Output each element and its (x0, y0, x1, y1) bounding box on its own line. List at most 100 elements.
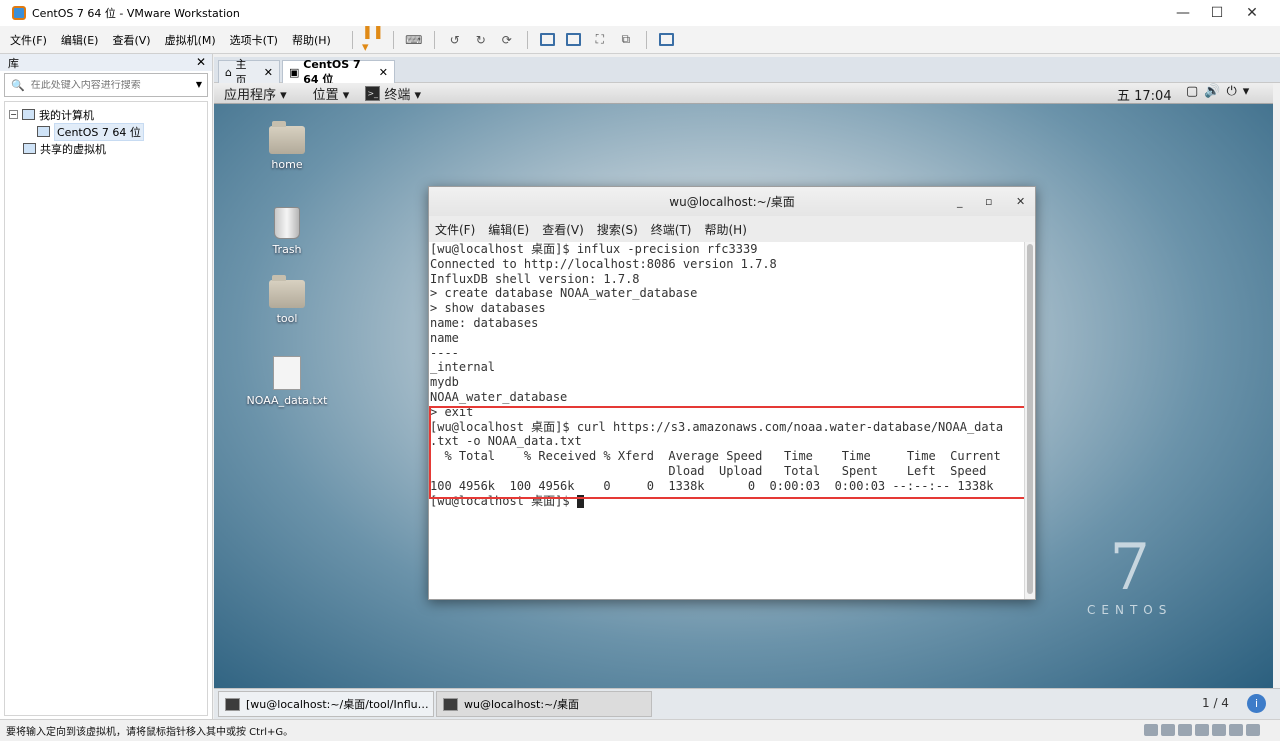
close-button[interactable]: ✕ (1233, 0, 1271, 26)
power-icon: ⏻▾ (1226, 84, 1256, 99)
workspace-info-icon[interactable]: i (1247, 694, 1266, 713)
show-thumbnail-button[interactable] (564, 31, 584, 49)
terminal-line: mydb (430, 375, 459, 390)
menu-tabs[interactable]: 选项卡(T) (230, 32, 278, 48)
terminal-minimize-button[interactable]: _ (957, 195, 963, 208)
close-icon: ✕ (195, 55, 206, 69)
system-tray[interactable]: ▢🔊⏻▾ (1186, 84, 1255, 99)
terminal-line: InfluxDB shell version: 1.7.8 (430, 271, 640, 286)
tree-label: 我的计算机 (39, 108, 94, 122)
term-menu-view[interactable]: 查看(V) (542, 221, 584, 238)
terminal-line: > show databases (430, 301, 546, 316)
term-menu-search[interactable]: 搜索(S) (597, 221, 638, 238)
terminal-scrollbar[interactable] (1024, 242, 1035, 599)
toolbar-separator (433, 30, 435, 49)
terminal-line: ---- (430, 345, 459, 360)
places-menu[interactable]: 位置 ▾ (313, 84, 350, 103)
terminal-line: name: databases (430, 315, 539, 330)
unity-button[interactable]: ⧉ (616, 31, 636, 49)
minimize-button[interactable]: — (1164, 0, 1202, 26)
term-menu-terminal[interactable]: 终端(T) (651, 221, 692, 238)
network-icon[interactable] (1178, 724, 1192, 736)
menu-view[interactable]: 查看(V) (112, 32, 150, 48)
guest-display[interactable]: 应用程序 ▾ 位置 ▾ >_ 终端 ▾ 五 17:04 ▢🔊⏻▾ home Tr… (214, 83, 1273, 688)
console-view-button[interactable] (657, 31, 677, 49)
hard-disk-icon[interactable] (1144, 724, 1158, 736)
menu-file[interactable]: 文件(F) (10, 32, 47, 48)
terminal-app-menu[interactable]: >_ 终端 ▾ (365, 84, 421, 103)
terminal-line: NOAA_water_database (430, 389, 568, 404)
show-library-button[interactable] (538, 31, 558, 49)
term-menu-file[interactable]: 文件(F) (435, 221, 475, 238)
clock[interactable]: 五 17:04 (1117, 85, 1172, 104)
applications-menu[interactable]: 应用程序 ▾ (224, 84, 287, 103)
display-icon[interactable] (1246, 724, 1260, 736)
computer-icon (22, 109, 35, 120)
terminal-line: _internal (430, 360, 496, 375)
snapshot-manager-button[interactable]: ⟳ (497, 31, 517, 49)
desktop-icon-trash[interactable]: Trash (242, 207, 332, 256)
sound-icon[interactable] (1212, 724, 1226, 736)
tab-centos[interactable]: ▣ CentOS 7 64 位 ✕ (282, 58, 395, 86)
chevron-down-icon[interactable]: ▼ (196, 80, 202, 89)
toolbar-separator (351, 30, 353, 49)
library-close-button[interactable]: ✕ (196, 55, 206, 69)
taskbar-window-influx[interactable]: [wu@localhost:~/桌面/tool/Influ… (218, 691, 434, 717)
centos-seven: 7 (1109, 531, 1151, 605)
tab-home[interactable]: ⌂ 主页 ✕ (218, 58, 280, 87)
printer-icon[interactable] (1229, 724, 1243, 736)
terminal-menubar: 文件(F) 编辑(E) 查看(V) 搜索(S) 终端(T) 帮助(H) (429, 216, 1035, 242)
highlight-annotation (429, 406, 1030, 499)
desktop-icon-home[interactable]: home (242, 121, 332, 171)
terminal-close-button[interactable]: ✕ (1016, 195, 1025, 208)
library-search-box[interactable]: 🔍 ▼ (4, 73, 208, 97)
tab-close-icon[interactable]: ✕ (379, 66, 388, 79)
terminal-maximize-button[interactable]: ▫ (985, 195, 992, 208)
terminal-titlebar[interactable]: wu@localhost:~/桌面 _ ▫ ✕ (429, 187, 1035, 216)
toolbar-separator (392, 30, 394, 49)
revert-snapshot-button[interactable]: ↻ (471, 31, 491, 49)
fullscreen-button[interactable]: ⛶ (590, 31, 610, 49)
snapshot-button[interactable]: ↺ (445, 31, 465, 49)
taskbar-window-desktop[interactable]: wu@localhost:~/桌面 (436, 691, 652, 717)
desktop-icon-noaa-data[interactable]: NOAA_data.txt (242, 356, 332, 407)
menu-edit[interactable]: 编辑(E) (61, 32, 99, 48)
workspace-pager[interactable]: 1 / 4 (1202, 696, 1229, 710)
terminal-icon (443, 697, 458, 711)
collapse-icon[interactable]: − (9, 110, 18, 119)
vmware-status-bar: 要将输入定向到该虚拟机，请将鼠标指针移入其中或按 Ctrl+G。 (0, 719, 1280, 741)
vmware-titlebar: CentOS 7 64 位 - VMware Workstation — ☐ ✕ (0, 0, 1280, 26)
tree-item-shared-vms[interactable]: 共享的虚拟机 (5, 140, 207, 157)
maximize-icon: ▫ (985, 195, 993, 208)
shared-vm-icon (23, 143, 36, 154)
toolbar-separator (645, 30, 647, 49)
library-search-input[interactable] (30, 79, 191, 91)
pause-button[interactable]: ❚❚ ▾ (362, 25, 384, 55)
desktop-icon-label: home (271, 158, 303, 171)
send-ctrl-alt-del-button[interactable]: ⌨ (404, 31, 424, 49)
menu-vm[interactable]: 虚拟机(M) (165, 32, 216, 48)
trash-icon (274, 207, 300, 239)
tree-item-my-computer[interactable]: − 我的计算机 (5, 106, 207, 123)
term-menu-edit[interactable]: 编辑(E) (488, 221, 529, 238)
scrollbar-thumb[interactable] (1027, 244, 1033, 594)
home-icon: ⌂ (225, 65, 232, 79)
tree-item-centos-vm[interactable]: CentOS 7 64 位 (5, 122, 207, 141)
device-status-icons (1141, 724, 1260, 736)
menu-help[interactable]: 帮助(H) (292, 32, 331, 48)
tab-close-icon[interactable]: ✕ (264, 66, 273, 79)
gnome-top-bar: 应用程序 ▾ 位置 ▾ >_ 终端 ▾ 五 17:04 ▢🔊⏻▾ (214, 83, 1273, 104)
term-menu-help[interactable]: 帮助(H) (705, 221, 747, 238)
terminal-title: wu@localhost:~/桌面 (669, 195, 795, 209)
window-title: CentOS 7 64 位 - VMware Workstation (32, 7, 240, 20)
terminal-window[interactable]: wu@localhost:~/桌面 _ ▫ ✕ 文件(F) 编辑(E) 查看(V… (428, 186, 1036, 600)
maximize-button[interactable]: ☐ (1198, 0, 1236, 26)
vm-icon (37, 126, 50, 137)
cd-drive-icon[interactable] (1161, 724, 1175, 736)
desktop-icon-tool[interactable]: tool (242, 275, 332, 325)
library-view-icon (540, 33, 556, 46)
vmware-menubar: 文件(F) 编辑(E) 查看(V) 虚拟机(M) 选项卡(T) 帮助(H) ❚❚… (0, 25, 1280, 55)
usb-icon[interactable] (1195, 724, 1209, 736)
vm-tab-strip: ⌂ 主页 ✕ ▣ CentOS 7 64 位 ✕ (214, 57, 1280, 87)
thumbnail-view-icon (566, 33, 582, 46)
